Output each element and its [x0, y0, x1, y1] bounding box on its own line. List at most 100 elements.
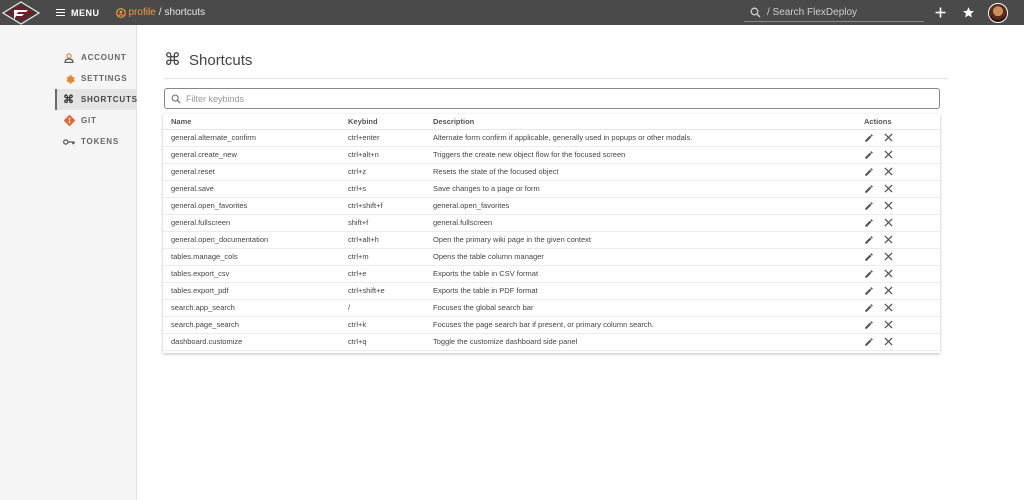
search-icon [750, 7, 761, 17]
page-title-text: Shortcuts [189, 51, 253, 69]
breadcrumb-profile-link[interactable]: profile [129, 7, 156, 18]
delete-close-icon[interactable] [883, 133, 893, 143]
table-row: general.alternate_confirm ctrl+enter Alter… [163, 129, 940, 147]
edit-pencil-icon[interactable] [864, 133, 874, 143]
shortcut-keybind-cell: / [348, 299, 433, 317]
delete-close-icon[interactable] [883, 303, 893, 313]
page-title: ⌘ Shortcuts [164, 50, 252, 70]
edit-pencil-icon[interactable] [864, 303, 874, 313]
breadcrumb: profile / shortcuts [115, 7, 205, 18]
shortcut-actions-cell [864, 214, 940, 232]
shortcut-actions-cell [864, 248, 940, 266]
filter-keybinds-field[interactable] [164, 88, 940, 109]
edit-pencil-icon[interactable] [864, 337, 874, 347]
shortcut-actions-cell [864, 265, 940, 283]
shortcut-description-cell: Resets the state of the focused object [433, 163, 864, 181]
git-icon [63, 115, 75, 127]
sidebar-item-settings[interactable]: SETTINGS [55, 68, 137, 89]
table-row: tables.export_csv ctrl+e Exports the table… [163, 265, 940, 283]
shortcut-name-cell: search.app_search [163, 299, 348, 317]
edit-pencil-icon[interactable] [864, 201, 874, 211]
user-avatar[interactable] [988, 3, 1008, 23]
command-key-icon: ⌘ [63, 94, 75, 106]
flexdeploy-logo[interactable] [0, 0, 42, 25]
delete-close-icon[interactable] [883, 235, 893, 245]
shortcut-name-cell: general.open_favorites [163, 197, 348, 215]
edit-pencil-icon[interactable] [864, 252, 874, 262]
shortcut-name-cell: tables.manage_cols [163, 248, 348, 266]
sidebar-item-shortcuts[interactable]: ⌘ SHORTCUTS [55, 89, 137, 110]
column-header-keybind[interactable]: Keybind [348, 114, 433, 130]
sidebar-item-tokens[interactable]: TOKENS [55, 131, 137, 152]
table-row: dashboard.customize ctrl+q Toggle the cust… [163, 333, 940, 351]
delete-close-icon[interactable] [883, 218, 893, 228]
command-key-icon: ⌘ [164, 50, 181, 69]
edit-pencil-icon[interactable] [864, 286, 874, 296]
shortcut-actions-cell [864, 282, 940, 300]
edit-pencil-icon[interactable] [864, 320, 874, 330]
delete-close-icon[interactable] [883, 320, 893, 330]
shortcut-actions-cell [864, 316, 940, 334]
shortcut-actions-cell [864, 163, 940, 181]
shortcut-name-cell: general.save [163, 180, 348, 198]
delete-close-icon[interactable] [883, 201, 893, 211]
filter-keybinds-input[interactable] [186, 93, 886, 104]
edit-pencil-icon[interactable] [864, 235, 874, 245]
shortcut-keybind-cell: ctrl+k [348, 316, 433, 334]
column-header-name[interactable]: Name [163, 114, 348, 130]
shortcut-keybind-cell: ctrl+e [348, 265, 433, 283]
global-search-field[interactable]: / Search FlexDeploy [744, 3, 924, 22]
delete-close-icon[interactable] [883, 269, 893, 279]
sidebar-item-git[interactable]: GIT [55, 110, 137, 131]
global-search-placeholder: / Search FlexDeploy [767, 6, 858, 18]
menu-button[interactable]: MENU [56, 8, 100, 18]
shortcut-name-cell: general.open_documentation [163, 231, 348, 249]
edit-pencil-icon[interactable] [864, 218, 874, 228]
table-row: general.open_favorites ctrl+shift+f genera… [163, 197, 940, 215]
delete-close-icon[interactable] [883, 337, 893, 347]
shortcut-actions-cell [864, 180, 940, 198]
column-header-description[interactable]: Description [433, 114, 864, 130]
add-icon[interactable] [932, 4, 948, 20]
delete-close-icon[interactable] [883, 286, 893, 296]
gear-icon [63, 73, 75, 85]
menu-label: MENU [71, 7, 100, 18]
shortcut-description-cell: Triggers the create new object flow for … [433, 146, 864, 164]
sidebar-item-label: SHORTCUTS [80, 95, 138, 104]
shortcut-keybind-cell: ctrl+q [348, 333, 433, 351]
table-row: search.app_search / Focuses the global sea… [163, 299, 940, 317]
shortcut-description-cell: Focuses the global search bar [433, 299, 864, 317]
table-row: general.save ctrl+s Save changes to a page… [163, 180, 940, 198]
main-content: ⌘ Shortcuts Name Keybind Description Act… [137, 25, 1024, 500]
edit-pencil-icon[interactable] [864, 150, 874, 160]
shortcut-actions-cell [864, 129, 940, 147]
favorites-star-icon[interactable] [960, 4, 976, 20]
shortcut-description-cell: Toggle the customize dashboard side pane… [433, 333, 864, 351]
shortcut-actions-cell [864, 231, 940, 249]
delete-close-icon[interactable] [883, 167, 893, 177]
delete-close-icon[interactable] [883, 150, 893, 160]
shortcut-description-cell: Alternate form confirm if applicable, ge… [433, 129, 864, 147]
shortcut-description-cell: Focuses the page search bar if present, … [433, 316, 864, 334]
shortcut-name-cell: dashboard.customize [163, 333, 348, 351]
shortcut-name-cell: tables.export_csv [163, 265, 348, 283]
delete-close-icon[interactable] [883, 184, 893, 194]
delete-close-icon[interactable] [883, 252, 893, 262]
edit-pencil-icon[interactable] [864, 167, 874, 177]
shortcut-description-cell: general.open_favorites [433, 197, 864, 215]
sidebar-item-account[interactable]: ACCOUNT [55, 47, 137, 68]
shortcut-description-cell: Open the primary wiki page in the given … [433, 231, 864, 249]
shortcut-description-cell: Exports the table in CSV format [433, 265, 864, 283]
profile-sidebar: ACCOUNT SETTINGS ⌘ SHORTCUTS GIT TOKENS [0, 25, 137, 500]
table-row: general.fullscreen shift+f general.fullscr… [163, 214, 940, 232]
shortcut-description-cell: Opens the table column manager [433, 248, 864, 266]
shortcut-actions-cell [864, 146, 940, 164]
shortcut-keybind-cell: ctrl+m [348, 248, 433, 266]
search-icon [171, 94, 181, 104]
shortcut-actions-cell [864, 197, 940, 215]
edit-pencil-icon[interactable] [864, 269, 874, 279]
shortcut-keybind-cell: ctrl+alt+n [348, 146, 433, 164]
shortcut-keybind-cell: ctrl+enter [348, 129, 433, 147]
edit-pencil-icon[interactable] [864, 184, 874, 194]
top-bar: MENU profile / shortcuts / Search FlexDe… [0, 0, 1024, 25]
